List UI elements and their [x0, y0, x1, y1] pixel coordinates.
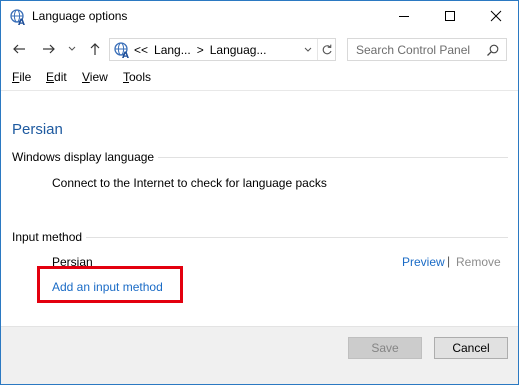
menu-file[interactable]: File: [12, 70, 31, 84]
menu-edit[interactable]: Edit: [46, 70, 67, 84]
display-language-section-header: Windows display language: [12, 150, 508, 164]
add-input-method-link[interactable]: Add an input method: [52, 280, 163, 294]
search-placeholder: Search Control Panel: [356, 43, 471, 57]
menu-view[interactable]: View: [82, 70, 108, 84]
language-pack-message: Connect to the Internet to check for lan…: [52, 176, 327, 190]
section-header-label: Input method: [12, 230, 83, 244]
back-button[interactable]: [9, 38, 29, 60]
recent-locations-button[interactable]: [65, 38, 79, 60]
divider: [158, 156, 508, 158]
language-globe-icon: A: [114, 42, 129, 59]
breadcrumb-item[interactable]: Languag...: [210, 43, 267, 57]
search-box[interactable]: Search Control Panel: [347, 38, 507, 61]
divider: [1, 90, 518, 91]
navigation-bar: A << Lang... > Languag... Search Control Pa…: [1, 34, 518, 64]
language-title: Persian: [12, 121, 63, 138]
up-button[interactable]: [85, 38, 105, 60]
maximize-button[interactable]: [427, 1, 473, 31]
maximize-icon: [445, 11, 455, 21]
minimize-button[interactable]: [381, 1, 427, 31]
remove-link: Remove: [456, 255, 501, 269]
svg-text:A: A: [18, 18, 25, 26]
cancel-button[interactable]: Cancel: [434, 337, 508, 359]
refresh-button[interactable]: [317, 39, 335, 60]
title-bar: A Language options: [1, 1, 518, 32]
menu-bar: File Edit View Tools: [1, 68, 518, 88]
preview-link[interactable]: Preview: [402, 255, 445, 269]
link-separator: |: [447, 254, 451, 268]
menu-mnemonic: V: [82, 70, 90, 84]
menu-label: iew: [89, 70, 108, 84]
arrow-up-icon: [90, 43, 100, 55]
breadcrumb-separator[interactable]: >: [197, 43, 204, 57]
menu-mnemonic: E: [46, 70, 55, 84]
menu-label: ile: [19, 70, 32, 84]
divider: [86, 236, 508, 238]
close-icon: [490, 10, 502, 22]
language-globe-icon: A: [10, 9, 25, 26]
close-button[interactable]: [473, 1, 518, 31]
refresh-icon: [322, 44, 332, 54]
menu-label: dit: [54, 70, 67, 84]
menu-label: ools: [129, 70, 152, 84]
address-dropdown-button[interactable]: [300, 39, 316, 60]
save-button[interactable]: Save: [348, 337, 422, 359]
chevron-down-icon: [68, 46, 76, 51]
dialog-footer: Save Cancel: [1, 326, 518, 384]
forward-button[interactable]: [39, 38, 59, 60]
arrow-right-icon: [43, 44, 55, 54]
arrow-left-icon: [13, 44, 25, 54]
minimize-icon: [399, 16, 409, 17]
breadcrumb: << Lang... > Languag...: [134, 43, 272, 57]
window-title: Language options: [32, 9, 128, 23]
breadcrumb-overflow[interactable]: <<: [134, 43, 148, 57]
input-method-section-header: Input method: [12, 230, 508, 244]
search-icon: [487, 44, 499, 56]
section-header-label: Windows display language: [12, 150, 155, 164]
breadcrumb-item[interactable]: Lang...: [154, 43, 191, 57]
menu-tools[interactable]: Tools: [123, 70, 151, 84]
address-bar[interactable]: A << Lang... > Languag...: [109, 38, 336, 61]
svg-text:A: A: [122, 51, 129, 59]
chevron-down-icon: [304, 47, 312, 52]
language-options-window: A Language options A << Lang... > Langua…: [0, 0, 519, 385]
